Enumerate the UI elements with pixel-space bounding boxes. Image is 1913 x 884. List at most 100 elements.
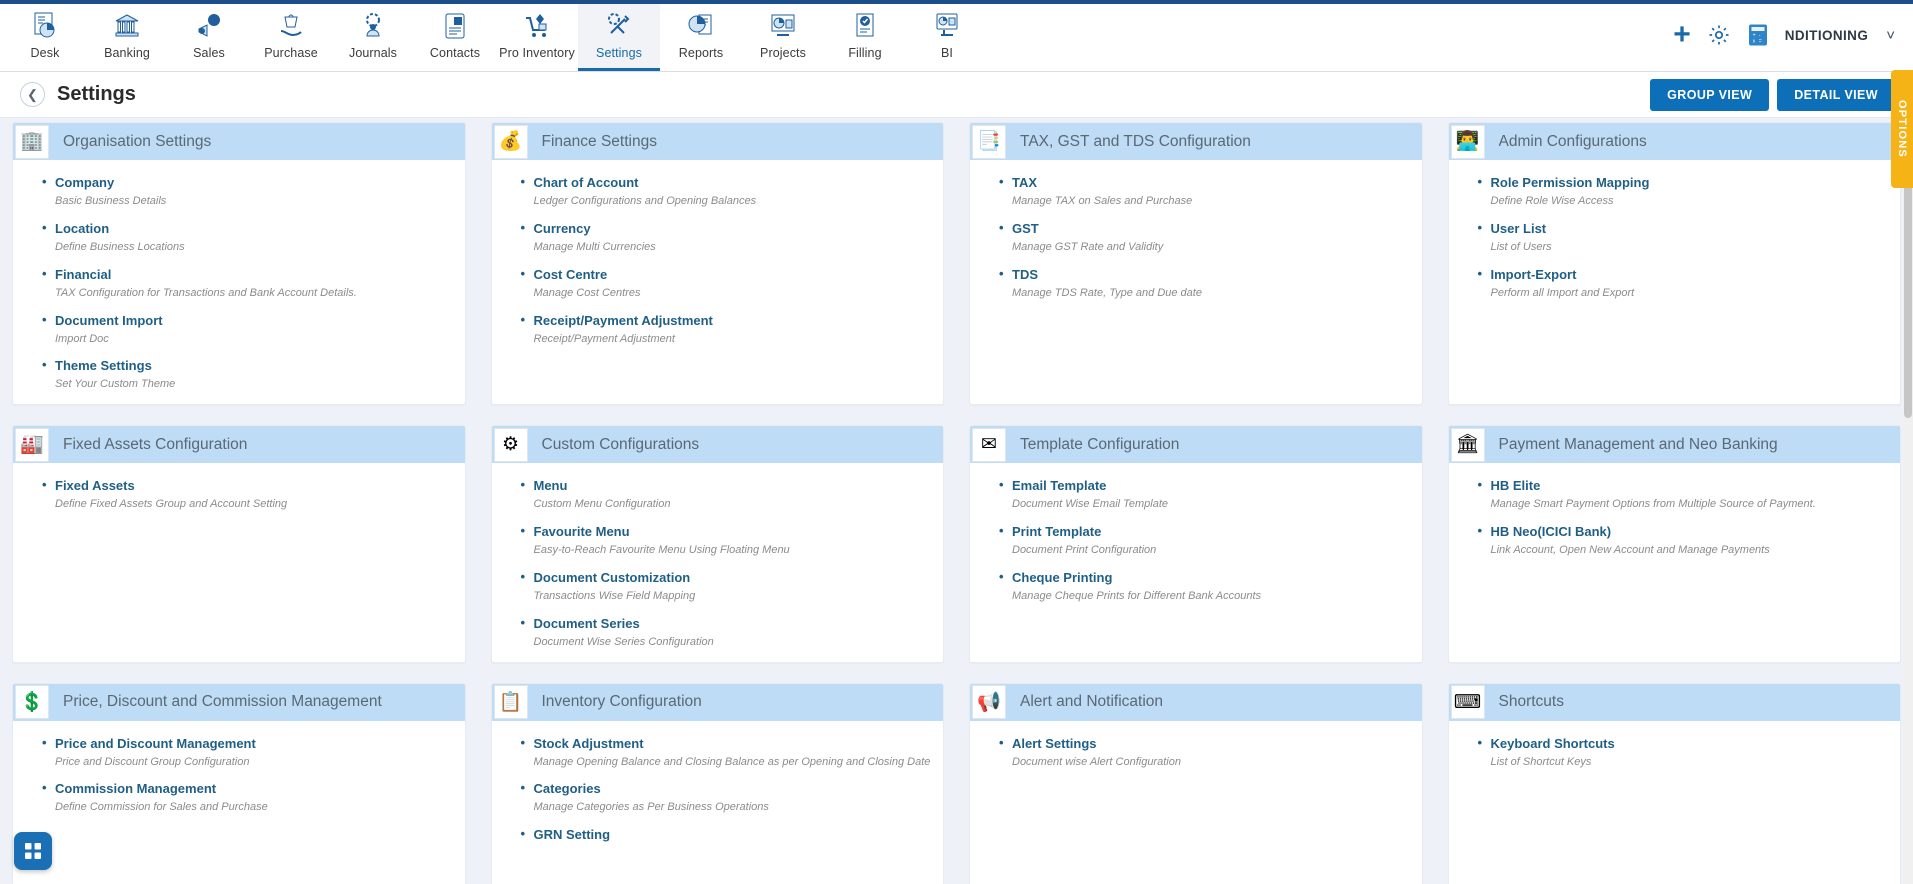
settings-item: Menu Custom Menu Configuration [521, 477, 934, 512]
settings-item-link[interactable]: Print Template [999, 523, 1101, 539]
settings-card-title: Fixed Assets Configuration [63, 435, 248, 453]
settings-item: Company Basic Business Details [42, 174, 455, 209]
settings-card: ⌨ Shortcuts Keyboard Shortcuts List of Shor… [1447, 682, 1901, 884]
settings-item-link[interactable]: TDS [999, 266, 1038, 282]
settings-item: Fixed Assets Define Fixed Assets Group an… [42, 477, 455, 512]
nav-items: Desk Banking Sales Purchase Journals Contacts… [4, 4, 988, 71]
gear-icon[interactable] [1707, 23, 1731, 47]
settings-item-link[interactable]: Document Customization [521, 569, 691, 585]
settings-card-body: TAX Manage TAX on Sales and Purchase GST Ma… [970, 160, 1422, 313]
nav-item-label: Desk [30, 46, 60, 60]
settings-item-link[interactable]: Document Import [42, 312, 163, 328]
settings-card: 🏢 Organisation Settings Company Basic Busin… [12, 122, 466, 406]
settings-item-link[interactable]: Location [42, 220, 109, 236]
settings-item-link[interactable]: Chart of Account [521, 174, 639, 190]
settings-item-link[interactable]: Price and Discount Management [42, 735, 256, 751]
settings-item-link[interactable]: Receipt/Payment Adjustment [520, 312, 712, 328]
settings-item-link[interactable]: HB Neo(ICICI Bank) [1478, 523, 1612, 539]
options-tab[interactable]: OPTIONS [1891, 70, 1913, 188]
settings-item: GST Manage GST Rate and Validity [999, 220, 1412, 255]
settings-item: Location Define Business Locations [42, 220, 455, 255]
settings-item-link[interactable]: Commission Management [42, 780, 216, 796]
settings-item-description: Link Account, Open New Account and Manag… [1490, 544, 1770, 557]
nav-item-banking[interactable]: Banking [86, 4, 168, 71]
settings-item: TAX Manage TAX on Sales and Purchase [999, 174, 1412, 209]
settings-item-description: Define Business Locations [55, 240, 185, 253]
nav-item-desk[interactable]: Desk [4, 4, 86, 71]
nav-item-bi[interactable]: BI [906, 4, 988, 71]
page-header: ❮ Settings GROUP VIEW DETAIL VIEW [0, 72, 1913, 118]
settings-item-link[interactable]: Cost Centre [521, 266, 608, 282]
settings-item-link[interactable]: Company [42, 174, 114, 190]
settings-item-link[interactable]: HB Elite [1478, 477, 1541, 493]
nav-item-filling[interactable]: Filling [824, 4, 906, 71]
settings-tools-icon [602, 9, 636, 43]
settings-item-description: Transactions Wise Field Mapping [533, 589, 696, 602]
settings-item: Stock Adjustment Manage Opening Balance a… [520, 735, 934, 770]
settings-item-link[interactable]: Currency [520, 220, 590, 236]
settings-item-description: Price and Discount Group Configuration [55, 755, 250, 768]
settings-card: 💰 Finance Settings Chart of Account Ledger … [490, 122, 944, 406]
nav-item-journals[interactable]: Journals [332, 4, 414, 71]
bank-building-icon [110, 9, 144, 43]
reports-piechart-icon [684, 9, 718, 43]
settings-item-description: Define Commission for Sales and Purchase [55, 801, 268, 814]
nav-item-label: Filling [848, 46, 882, 60]
settings-item: Price and Discount Management Price and D… [42, 735, 455, 770]
settings-item-link[interactable]: Alert Settings [999, 735, 1096, 751]
nav-item-label: Settings [596, 46, 642, 60]
settings-item-link[interactable]: Role Permission Mapping [1478, 174, 1650, 190]
settings-card-title: Admin Configurations [1498, 132, 1647, 150]
nav-item-projects[interactable]: Projects [742, 4, 824, 71]
organisation-name[interactable]: NDITIONING [1785, 28, 1869, 43]
settings-item-link[interactable]: Stock Adjustment [520, 735, 643, 751]
nav-item-settings[interactable]: Settings [578, 4, 660, 71]
settings-item-link[interactable]: GST [999, 220, 1039, 236]
nav-item-label: Banking [104, 46, 150, 60]
settings-item-description: Manage TDS Rate, Type and Due date [1012, 286, 1202, 299]
settings-item-link[interactable]: TAX [999, 174, 1037, 190]
settings-card-title: Organisation Settings [63, 132, 212, 150]
settings-card-header: ⚙ Custom Configurations [491, 426, 943, 464]
nav-item-label: Sales [193, 46, 225, 60]
settings-item-link[interactable]: User List [1478, 220, 1547, 236]
nav-item-label: BI [940, 46, 953, 60]
settings-item-link[interactable]: GRN Setting [521, 826, 610, 842]
settings-item-link[interactable]: Email Template [999, 477, 1106, 493]
settings-item-link[interactable]: Categories [520, 780, 600, 796]
calculator-icon[interactable]: + - x = [1747, 23, 1769, 47]
settings-item-link[interactable]: Keyboard Shortcuts [1477, 735, 1614, 751]
settings-item-link[interactable]: Financial [42, 266, 111, 282]
settings-item: Categories Manage Categories as Per Busin… [520, 780, 934, 815]
nav-item-contacts[interactable]: Contacts [414, 4, 496, 71]
group-view-button[interactable]: GROUP VIEW [1650, 78, 1770, 111]
settings-item-link[interactable]: Cheque Printing [999, 569, 1112, 585]
nav-item-pro-inventory[interactable]: Pro Inventory [496, 4, 578, 71]
settings-item-link[interactable]: Menu [521, 477, 568, 493]
nav-item-label: Projects [760, 46, 806, 60]
settings-card-body: HB Elite Manage Smart Payment Options fro… [1449, 463, 1901, 570]
settings-item-description: Define Fixed Assets Group and Account Se… [55, 498, 288, 511]
plus-icon[interactable]: + [1673, 20, 1691, 50]
settings-item: Document Import Import Doc [42, 312, 455, 347]
settings-item-description: Manage GST Rate and Validity [1012, 240, 1164, 253]
settings-item-link[interactable]: Favourite Menu [520, 523, 629, 539]
nav-item-sales[interactable]: Sales [168, 4, 250, 71]
settings-item-description: Manage TAX on Sales and Purchase [1012, 195, 1193, 207]
nav-item-purchase[interactable]: Purchase [250, 4, 332, 71]
settings-item-description: Easy-to-Reach Favourite Menu Using Float… [533, 544, 790, 557]
page-scrollbar[interactable] [1903, 118, 1913, 884]
nav-item-reports[interactable]: Reports [660, 4, 742, 71]
chevron-down-icon[interactable]: ˅ [1886, 27, 1895, 44]
settings-item-description: Document Wise Email Template [1012, 498, 1168, 511]
purchase-bag-hand-icon [274, 9, 308, 43]
settings-item-link[interactable]: Document Series [520, 615, 639, 631]
apps-grid-button[interactable] [14, 832, 52, 870]
settings-item-link[interactable]: Fixed Assets [42, 477, 135, 493]
settings-card-grid: 🏢 Organisation Settings Company Basic Busin… [12, 118, 1901, 884]
settings-item: HB Neo(ICICI Bank) Link Account, Open New… [1478, 523, 1891, 558]
settings-item-link[interactable]: Theme Settings [42, 357, 152, 373]
settings-item-link[interactable]: Import-Export [1478, 266, 1577, 282]
back-button[interactable]: ❮ [20, 82, 45, 107]
detail-view-button[interactable]: DETAIL VIEW [1777, 78, 1895, 111]
